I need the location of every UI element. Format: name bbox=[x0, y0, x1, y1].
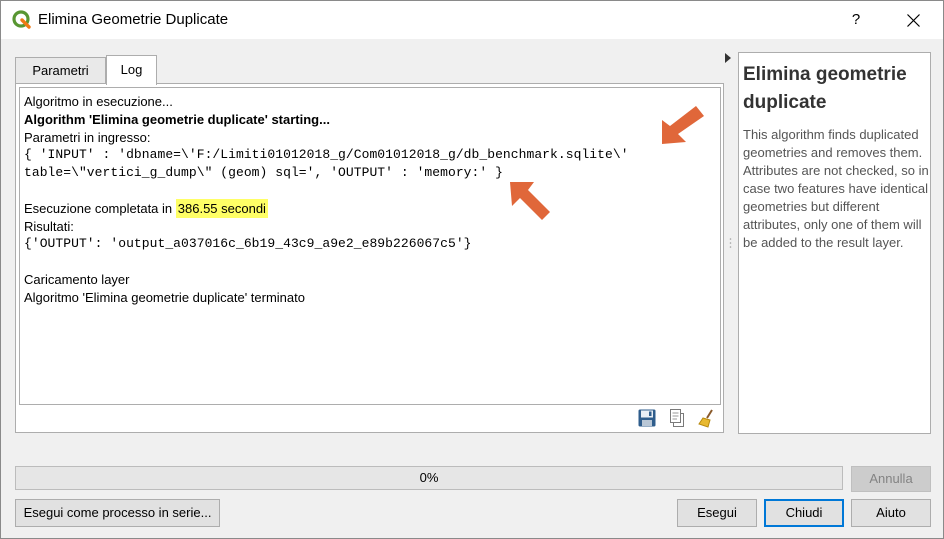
log-line: {'OUTPUT': 'output_a037016c_6b19_43c9_a9… bbox=[24, 235, 719, 253]
log-line-text: Caricamento layer bbox=[24, 271, 130, 287]
log-line: Risultati: bbox=[24, 218, 719, 236]
progress-bar: 0% bbox=[15, 466, 843, 490]
log-line-text: Algoritmo in esecuzione... bbox=[24, 94, 173, 109]
tab-log[interactable]: Log bbox=[106, 55, 157, 85]
qgis-logo-icon bbox=[12, 10, 31, 29]
run-button[interactable]: Esegui bbox=[677, 499, 757, 527]
annotation-arrow-icon bbox=[662, 106, 704, 144]
log-line: Algoritmo in esecuzione... bbox=[24, 93, 719, 111]
log-line-text: Algoritmo 'Elimina geometrie duplicate' … bbox=[24, 289, 305, 305]
collapse-help-arrow-icon[interactable] bbox=[724, 53, 732, 63]
algorithm-help-panel: Elimina geometrie duplicate This algorit… bbox=[738, 52, 931, 434]
help-button[interactable]: Aiuto bbox=[851, 499, 931, 527]
copy-log-icon[interactable] bbox=[667, 408, 687, 428]
log-line: { 'INPUT' : 'dbname=\'F:/Limiti01012018_… bbox=[24, 146, 719, 164]
log-line-text: { 'INPUT' : 'dbname=\'F:/Limiti01012018_… bbox=[24, 147, 629, 163]
log-line-text: table=\"vertici_g_dump\" (geom) sql=', '… bbox=[24, 165, 503, 181]
close-icon bbox=[907, 14, 920, 27]
cancel-button[interactable]: Annulla bbox=[851, 466, 931, 492]
log-line: Algorithm 'Elimina geometrie duplicate' … bbox=[24, 111, 719, 129]
log-toolbar bbox=[636, 406, 720, 430]
help-title: Elimina geometrie duplicate bbox=[743, 64, 907, 113]
log-text-area[interactable]: Algoritmo in esecuzione... Algorithm 'Eli… bbox=[19, 87, 721, 405]
help-description: This algorithm finds duplicated geometri… bbox=[743, 127, 929, 250]
save-log-icon[interactable] bbox=[637, 408, 657, 428]
title-bar: Elimina Geometrie Duplicate ? bbox=[1, 1, 943, 39]
log-content: Algoritmo in esecuzione... Algorithm 'Eli… bbox=[24, 93, 719, 307]
log-line: table=\"vertici_g_dump\" (geom) sql=', '… bbox=[24, 164, 719, 182]
log-line: Caricamento layer bbox=[24, 271, 719, 289]
log-line: Esecuzione completata in 386.55 secondi bbox=[24, 198, 719, 218]
log-line-text: {'OUTPUT': 'output_a037016c_6b19_43c9_a9… bbox=[24, 236, 472, 252]
progress-label: 0% bbox=[419, 470, 439, 485]
log-line: Parametri in ingresso: bbox=[24, 129, 719, 147]
annotation-arrow-icon bbox=[510, 182, 550, 220]
log-line-text: Risultati: bbox=[24, 218, 74, 234]
log-line-text: Algorithm 'Elimina geometrie duplicate' … bbox=[24, 111, 330, 127]
splitter-handle[interactable] bbox=[729, 237, 732, 249]
close-button[interactable]: Chiudi bbox=[764, 499, 844, 527]
processing-dialog: Elimina Geometrie Duplicate ? Parametri … bbox=[0, 0, 944, 539]
log-line-text: Parametri in ingresso: bbox=[24, 129, 151, 145]
highlighted-duration: 386.55 secondi bbox=[175, 198, 268, 218]
context-help-button[interactable]: ? bbox=[841, 7, 871, 33]
window-close-button[interactable] bbox=[898, 7, 928, 33]
log-line-text: Esecuzione completata in bbox=[24, 200, 176, 216]
clear-log-icon[interactable] bbox=[697, 408, 717, 428]
window-title: Elimina Geometrie Duplicate bbox=[38, 11, 229, 28]
log-tab-panel: Algoritmo in esecuzione... Algorithm 'Eli… bbox=[15, 83, 724, 433]
log-line: Algoritmo 'Elimina geometrie duplicate' … bbox=[24, 289, 719, 307]
tab-parametri[interactable]: Parametri bbox=[15, 57, 106, 84]
batch-process-button[interactable]: Esegui come processo in serie... bbox=[15, 499, 220, 527]
